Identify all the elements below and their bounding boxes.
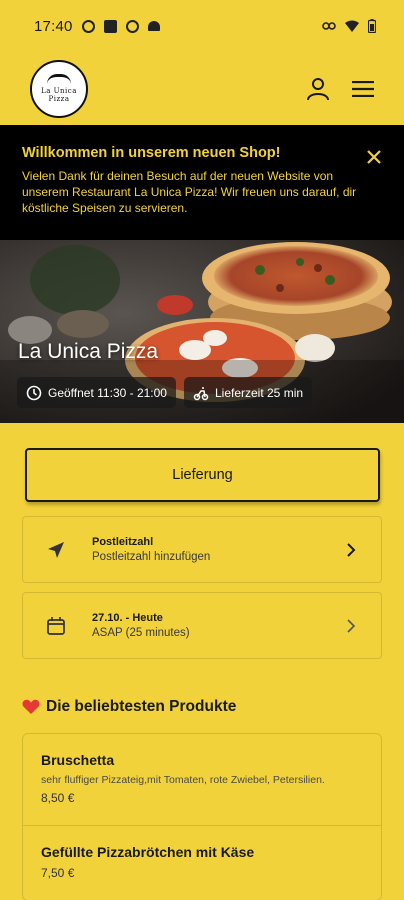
close-icon[interactable] (366, 149, 382, 165)
product-name: Bruschetta (41, 752, 115, 768)
postcode-selector[interactable]: Postleitzahl Postleitzahl hinzufügen (22, 516, 382, 583)
delivery-time-text: Lieferzeit 25 min (214, 385, 304, 400)
android-icon (147, 21, 160, 31)
opening-hours-chip: Geöffnet 11:30 - 21:00 (17, 377, 176, 408)
notification-icon (81, 19, 95, 33)
calendar-icon (47, 616, 65, 635)
product-price: 7,50 € (41, 866, 75, 880)
banner-text: Vielen Dank für deinen Besuch auf der ne… (22, 169, 357, 215)
product-price: 8,50 € (41, 791, 75, 805)
delivery-mode-button[interactable]: Lieferung (25, 448, 380, 502)
settings-notification-icon (125, 19, 139, 33)
schedule-time: ASAP (25 minutes) (92, 627, 190, 639)
product-item[interactable]: Gefüllte Pizzabrötchen mit Käse 7,50 € (23, 826, 381, 900)
wifi-icon (345, 20, 359, 32)
clock-icon (26, 385, 42, 400)
popular-products-title: Die beliebtesten Produkte (46, 698, 237, 715)
popular-products-heading: Die beliebtesten Produkte (22, 698, 382, 716)
schedule-date: 27.10. - Heute (92, 612, 163, 624)
battery-icon (368, 19, 376, 33)
location-arrow-icon (48, 541, 64, 558)
link-icon (322, 22, 336, 30)
postcode-subtitle: Postleitzahl hinzufügen (92, 551, 211, 563)
schedule-selector[interactable]: 27.10. - Heute ASAP (25 minutes) (22, 592, 382, 659)
postcode-title: Postleitzahl (92, 536, 154, 548)
chevron-right-icon (347, 542, 356, 557)
banner-title: Willkommen in unserem neuen Shop! (22, 145, 281, 161)
chevron-right-icon (347, 618, 356, 633)
app-header: La Unica Pizza (0, 52, 404, 125)
product-description: sehr fluffiger Pizzateig,mit Tomaten, ro… (41, 774, 325, 786)
scooter-icon (193, 386, 209, 400)
restaurant-name: La Unica Pizza (18, 340, 159, 363)
product-name: Gefüllte Pizzabrötchen mit Käse (41, 844, 255, 860)
welcome-banner: Willkommen in unserem neuen Shop! Vielen… (0, 125, 404, 240)
logo-line-1: La Unica (41, 87, 77, 95)
hero-section: La Unica Pizza Geöffnet 11:30 - 21:00 Li… (0, 240, 404, 423)
heart-icon (22, 699, 40, 714)
delivery-mode-label: Lieferung (172, 467, 233, 483)
logo-line-2: Pizza (48, 95, 70, 103)
opening-hours-text: Geöffnet 11:30 - 21:00 (48, 385, 167, 400)
status-time: 17:40 (34, 17, 73, 35)
logo-mark (47, 74, 71, 84)
status-bar: 17:40 (0, 0, 404, 52)
delivery-time-chip: Lieferzeit 25 min (183, 377, 313, 408)
menu-icon[interactable] (352, 80, 374, 97)
restaurant-logo[interactable]: La Unica Pizza (30, 59, 88, 118)
product-list: Bruschetta sehr fluffiger Pizzateig,mit … (22, 733, 382, 900)
product-item[interactable]: Bruschetta sehr fluffiger Pizzateig,mit … (23, 734, 381, 826)
user-icon[interactable] (306, 77, 330, 101)
app-notification-icon (103, 19, 117, 33)
